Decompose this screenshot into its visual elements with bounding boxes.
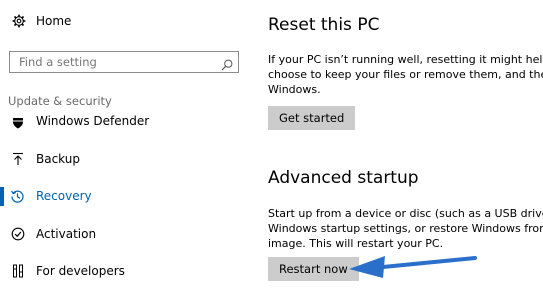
sidebar: Home Update & security Windows Defender	[0, 0, 250, 300]
sidebar-item-label: Windows Defender	[36, 115, 150, 128]
description-line: Start up from a device or disc (such as …	[268, 207, 543, 220]
description-line: Windows.	[268, 83, 321, 96]
settings-window: Home Update & security Windows Defender	[0, 0, 543, 300]
search-input[interactable]	[10, 52, 224, 72]
active-indicator	[0, 187, 4, 206]
sidebar-item-label: Recovery	[36, 189, 92, 203]
sidebar-item-activation[interactable]: Activation	[0, 219, 250, 249]
sidebar-item-label: For developers	[36, 264, 125, 278]
backup-arrow-icon	[10, 152, 25, 167]
sidebar-item-for-developers[interactable]: For developers	[0, 256, 250, 286]
home-label: Home	[36, 14, 72, 28]
reset-pc-description: If your PC isn’t running well, resetting…	[268, 52, 543, 97]
developer-tools-icon	[10, 264, 25, 279]
section-label: Update & security	[8, 94, 112, 108]
sidebar-item-label: Activation	[36, 227, 97, 241]
shield-icon	[10, 115, 25, 129]
reset-pc-title: Reset this PC	[268, 15, 380, 35]
search-icon[interactable]	[221, 56, 233, 71]
description-line: Windows startup settings, or restore Win…	[268, 222, 543, 235]
sidebar-item-label: Backup	[36, 152, 80, 166]
description-line: If your PC isn’t running well, resetting…	[268, 53, 543, 66]
check-circle-icon	[10, 227, 25, 242]
sidebar-item-recovery[interactable]: Recovery	[0, 181, 250, 211]
home-nav-item[interactable]: Home	[12, 14, 71, 28]
description-line: choose to keep your files or remove them…	[268, 68, 543, 81]
sidebar-item-backup[interactable]: Backup	[0, 144, 250, 174]
sidebar-item-windows-defender[interactable]: Windows Defender	[0, 115, 250, 129]
recovery-history-icon	[10, 189, 25, 204]
advanced-startup-title: Advanced startup	[268, 168, 419, 188]
gear-icon	[12, 14, 26, 28]
search-box	[9, 51, 239, 73]
annotation-arrow-icon	[349, 256, 477, 278]
get-started-button[interactable]: Get started	[268, 106, 356, 130]
description-line: image. This will restart your PC.	[268, 237, 444, 250]
advanced-startup-description: Start up from a device or disc (such as …	[268, 206, 543, 251]
